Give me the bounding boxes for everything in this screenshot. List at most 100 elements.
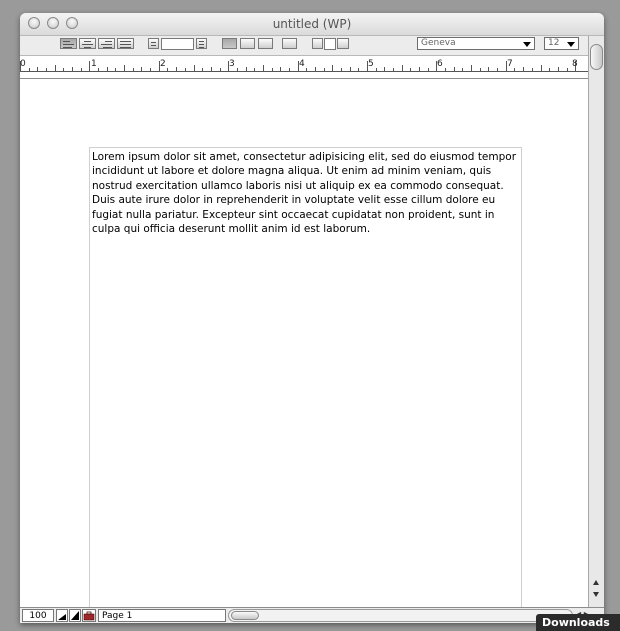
ruler-label: 4 xyxy=(299,59,305,69)
ruler-tick xyxy=(480,68,481,71)
ruler-tick xyxy=(167,68,168,71)
ruler-tick xyxy=(37,67,38,71)
ruler-tick xyxy=(185,68,186,71)
ruler-tick xyxy=(402,65,403,71)
ruler[interactable]: 0 1 2 3 4 5 6 7 8 xyxy=(20,55,588,80)
ruler-tick xyxy=(194,65,195,71)
ruler-tick xyxy=(63,68,64,71)
ruler-tick xyxy=(89,61,90,71)
chevron-down-icon xyxy=(523,42,531,47)
align-left-button[interactable] xyxy=(60,38,77,49)
ruler-label: 0 xyxy=(20,59,26,69)
zoom-in-icon[interactable] xyxy=(69,609,81,622)
ruler-tick xyxy=(358,68,359,71)
spacing-decrease-button[interactable] xyxy=(148,38,159,49)
font-size-select[interactable]: 12 xyxy=(544,37,579,50)
ruler-tick xyxy=(523,67,524,71)
ruler-tick xyxy=(289,68,290,71)
vertical-scrollbar[interactable] xyxy=(588,36,604,607)
ruler-tick xyxy=(462,68,463,71)
ruler-tick xyxy=(115,68,116,71)
left-tab-button[interactable] xyxy=(222,38,237,49)
ruler-tick xyxy=(384,67,385,71)
zoom-field[interactable]: 100 xyxy=(22,609,54,622)
right-tab-button[interactable] xyxy=(258,38,273,49)
chevron-down-icon xyxy=(567,42,575,47)
ruler-tick xyxy=(211,67,212,71)
ruler-tick xyxy=(454,67,455,71)
font-select[interactable]: Geneva xyxy=(417,37,535,50)
ruler-tick xyxy=(541,65,542,71)
ruler-tick xyxy=(237,68,238,71)
justify-button[interactable] xyxy=(117,38,134,49)
horizontal-scroll-thumb[interactable] xyxy=(231,611,259,620)
ruler-tick xyxy=(202,68,203,71)
scroll-up-arrow-icon[interactable] xyxy=(593,580,599,585)
ruler-label: 1 xyxy=(91,59,97,69)
align-center-button[interactable] xyxy=(79,38,96,49)
ruler-tick xyxy=(133,68,134,71)
ruler-tick xyxy=(488,67,489,71)
ruler-tick xyxy=(150,68,151,71)
ruler-tick xyxy=(98,68,99,71)
page-indicator[interactable]: Page 1 xyxy=(98,609,226,622)
ruler-tick xyxy=(558,67,559,71)
ruler-tick xyxy=(272,68,273,71)
ruler-tick xyxy=(55,65,56,71)
ruler-tick xyxy=(81,68,82,71)
vertical-scroll-thumb[interactable] xyxy=(590,44,603,70)
ruler-tick xyxy=(220,68,221,71)
document-window: untitled (WP) Geneva 12 0 1 2 3 4 5 6 7 … xyxy=(20,13,604,623)
ruler-tick xyxy=(29,68,30,71)
ruler-tick xyxy=(324,68,325,71)
ruler-tick xyxy=(263,65,264,71)
ruler-tick xyxy=(471,65,472,71)
document-canvas[interactable]: Lorem ipsum dolor sit amet, consectetur … xyxy=(20,79,588,608)
ruler-tick xyxy=(445,68,446,71)
ruler-tick xyxy=(124,65,125,71)
zoom-out-icon[interactable] xyxy=(56,609,68,622)
columns-field[interactable] xyxy=(324,38,336,50)
ruler-tick xyxy=(141,67,142,71)
ruler-baseline xyxy=(20,71,588,72)
ruler-tick xyxy=(410,68,411,71)
status-bar: 100 Page 1 ◀ ▶ xyxy=(20,607,604,623)
window-title: untitled (WP) xyxy=(272,17,352,31)
ruler-label: 8 xyxy=(572,59,578,69)
font-select-value: Geneva xyxy=(421,38,456,48)
ruler-tick xyxy=(254,68,255,71)
ruler-tick xyxy=(549,68,550,71)
align-right-button[interactable] xyxy=(98,38,115,49)
ruler-tick xyxy=(280,67,281,71)
ruler-label: 7 xyxy=(507,59,513,69)
ruler-label: 6 xyxy=(437,59,443,69)
center-tab-button[interactable] xyxy=(240,38,255,49)
format-toolbar: Geneva 12 xyxy=(20,36,604,54)
horizontal-scrollbar[interactable] xyxy=(228,609,573,622)
ruler-tick xyxy=(428,68,429,71)
ruler-tick xyxy=(567,68,568,71)
ruler-label: 2 xyxy=(160,59,166,69)
ruler-tick xyxy=(350,67,351,71)
ruler-tick xyxy=(341,68,342,71)
columns-decrease-button[interactable] xyxy=(312,38,323,49)
page[interactable]: Lorem ipsum dolor sit amet, consectetur … xyxy=(89,147,522,608)
briefcase-icon[interactable] xyxy=(82,609,96,622)
line-spacing-field[interactable] xyxy=(161,38,194,50)
ruler-tick xyxy=(306,68,307,71)
ruler-label: 5 xyxy=(368,59,374,69)
document-body-text[interactable]: Lorem ipsum dolor sit amet, consectetur … xyxy=(92,150,520,236)
spacing-increase-button[interactable] xyxy=(196,38,207,49)
columns-increase-button[interactable] xyxy=(337,38,349,49)
decimal-tab-button[interactable] xyxy=(282,38,297,49)
ruler-tick xyxy=(332,65,333,71)
scroll-down-arrow-icon[interactable] xyxy=(593,592,599,597)
ruler-tick xyxy=(315,67,316,71)
title-bar[interactable]: untitled (WP) xyxy=(20,13,604,36)
ruler-tick xyxy=(514,68,515,71)
ruler-tick xyxy=(107,67,108,71)
ruler-tick xyxy=(72,67,73,71)
font-size-value: 12 xyxy=(548,38,560,48)
ruler-tick xyxy=(246,67,247,71)
ruler-tick xyxy=(376,68,377,71)
